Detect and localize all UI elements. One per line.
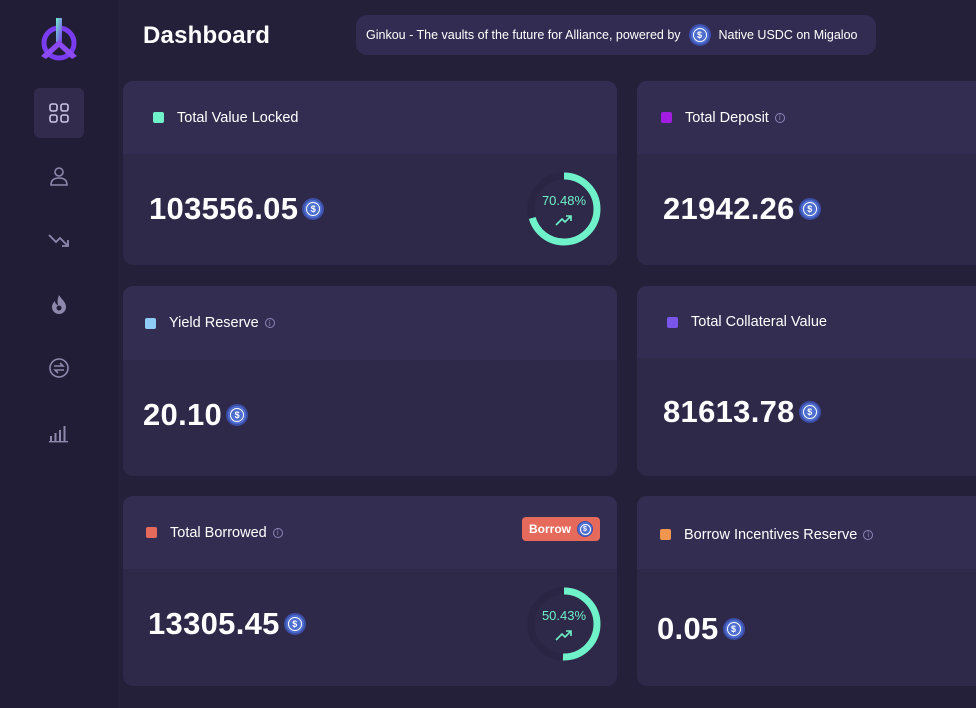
trending-down-icon bbox=[48, 234, 69, 247]
card-title-text: Total Borrowed bbox=[170, 524, 267, 541]
card-header: Total Deposit i bbox=[637, 81, 976, 154]
announcement-banner: Ginkou - The vaults of the future for Al… bbox=[356, 15, 876, 55]
nav-account[interactable] bbox=[34, 151, 84, 201]
logo[interactable] bbox=[36, 16, 82, 62]
user-icon bbox=[50, 167, 68, 186]
nav-analytics[interactable] bbox=[34, 407, 84, 457]
info-icon[interactable]: i bbox=[863, 529, 874, 540]
usdc-icon: $ bbox=[798, 198, 821, 220]
card-value: 21942.26 bbox=[663, 191, 795, 226]
card-header: Total Borrowed i Borrow $ bbox=[123, 496, 617, 569]
info-icon[interactable]: i bbox=[272, 527, 283, 538]
legend-square bbox=[661, 112, 672, 123]
grid-icon bbox=[49, 103, 69, 123]
card-title: Borrow Incentives Reserve i bbox=[660, 498, 874, 571]
card-value: 81613.78 bbox=[663, 394, 795, 429]
nav-swap[interactable] bbox=[34, 343, 84, 393]
legend-square bbox=[145, 317, 156, 329]
card-header: Borrow Incentives Reserve i bbox=[637, 496, 976, 569]
card-total-collateral-value: Total Collateral Value 81613.78 $ bbox=[637, 286, 976, 476]
card-value-row: 81613.78 $ bbox=[663, 394, 821, 430]
nav-dashboard[interactable] bbox=[34, 88, 84, 138]
usdc-icon: $ bbox=[226, 404, 249, 426]
card-value: 13305.45 bbox=[148, 606, 280, 641]
page-title: Dashboard bbox=[143, 22, 271, 49]
card-title: Yield Reserve i bbox=[145, 286, 275, 360]
card-title-text: Total Value Locked bbox=[177, 109, 299, 126]
utilization-ring: 70.48% bbox=[524, 169, 604, 249]
card-value: 20.10 bbox=[143, 397, 223, 432]
card-total-deposit: Total Deposit i 21942.26 $ bbox=[637, 81, 976, 265]
legend-square bbox=[146, 527, 157, 538]
sidebar bbox=[0, 0, 118, 708]
usdc-icon: $ bbox=[722, 618, 745, 640]
trending-up-icon bbox=[555, 215, 572, 226]
card-value-row: 13305.45 $ bbox=[148, 606, 306, 642]
card-borrow-incentives-reserve: Borrow Incentives Reserve i 0.05 $ bbox=[637, 496, 976, 686]
borrow-button-label: Borrow bbox=[529, 522, 571, 536]
swap-icon bbox=[49, 358, 69, 378]
banner-link-text: Native USDC on Migaloo bbox=[718, 28, 858, 42]
card-total-borrowed: Total Borrowed i Borrow $ 13305.45 $ 50.… bbox=[123, 496, 617, 686]
legend-square bbox=[153, 112, 164, 123]
card-yield-reserve: Yield Reserve i 20.10 $ bbox=[123, 286, 617, 476]
usdc-icon: $ bbox=[283, 613, 306, 635]
card-header: Yield Reserve i bbox=[123, 286, 617, 360]
ring-percent: 70.48% bbox=[541, 193, 587, 208]
card-value: 0.05 bbox=[657, 611, 719, 646]
usdc-icon: $ bbox=[688, 24, 711, 46]
card-header: Total Value Locked bbox=[123, 81, 617, 154]
card-title: Total Value Locked bbox=[153, 81, 298, 154]
card-title: Total Deposit i bbox=[661, 81, 785, 154]
card-title-text: Borrow Incentives Reserve bbox=[684, 526, 858, 543]
card-title-text: Yield Reserve bbox=[169, 315, 259, 331]
card-value-row: 0.05 $ bbox=[657, 611, 745, 647]
ring-percent: 50.43% bbox=[541, 608, 587, 623]
bar-chart-icon bbox=[49, 426, 68, 443]
nav-borrow[interactable] bbox=[34, 215, 84, 265]
usdc-icon: $ bbox=[302, 198, 325, 220]
info-icon[interactable]: i bbox=[264, 318, 275, 328]
card-total-value-locked: Total Value Locked 103556.05 $ 70.48% bbox=[123, 81, 617, 265]
card-value-row: 21942.26 $ bbox=[663, 191, 821, 227]
card-header: Total Collateral Value bbox=[637, 286, 976, 358]
nav-burn[interactable] bbox=[34, 279, 84, 329]
card-value-row: 20.10 $ bbox=[143, 397, 249, 433]
utilization-ring: 50.43% bbox=[524, 584, 604, 664]
trending-up-icon bbox=[555, 630, 572, 641]
card-title: Total Collateral Value bbox=[667, 286, 827, 358]
usdc-icon: $ bbox=[798, 401, 821, 423]
card-title-text: Total Collateral Value bbox=[691, 314, 827, 330]
card-title-text: Total Deposit bbox=[685, 109, 769, 126]
legend-square bbox=[660, 529, 671, 540]
card-title: Total Borrowed i bbox=[146, 496, 283, 569]
info-icon[interactable]: i bbox=[774, 112, 785, 123]
flame-icon bbox=[52, 295, 66, 314]
usdc-icon: $ bbox=[577, 521, 593, 537]
legend-square bbox=[667, 316, 678, 328]
card-value-row: 103556.05 $ bbox=[149, 191, 325, 227]
card-value: 103556.05 bbox=[149, 191, 299, 226]
banner-text: Ginkou - The vaults of the future for Al… bbox=[366, 28, 681, 42]
borrow-button[interactable]: Borrow $ bbox=[522, 517, 600, 541]
